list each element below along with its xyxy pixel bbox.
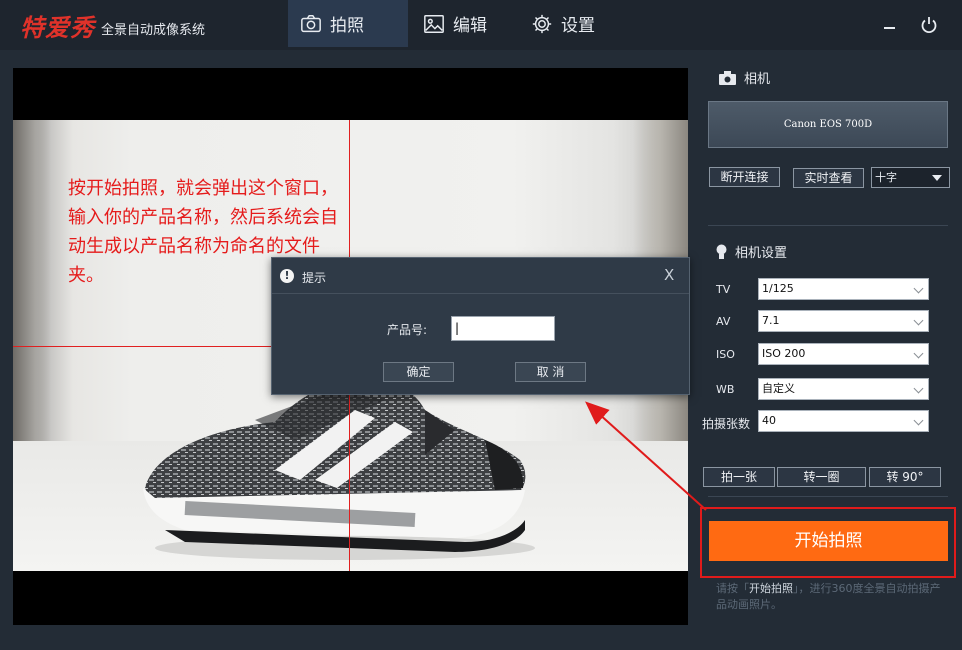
live-view-button[interactable]: 实时查看 <box>793 168 864 188</box>
camera-settings-title: 相机设置 <box>716 242 787 261</box>
chevron-down-icon <box>913 348 924 359</box>
camera-section-label: 相机 <box>744 72 771 87</box>
shot-count-label: 拍摄张数 <box>702 417 751 431</box>
tv-value: 1/125 <box>762 282 794 295</box>
dropdown-arrow-icon <box>932 175 942 181</box>
cancel-button[interactable]: 取 消 <box>515 362 586 382</box>
hint-prefix: 请按「 <box>716 582 749 595</box>
dialog-title: 提示 <box>302 271 327 285</box>
product-number-input[interactable]: | <box>451 316 555 341</box>
iso-value: ISO 200 <box>762 347 806 360</box>
av-label: AV <box>716 315 731 328</box>
tv-label: TV <box>716 283 731 296</box>
chevron-down-icon <box>913 415 924 426</box>
shot-count-select[interactable]: 40 <box>758 410 929 432</box>
tab-edit[interactable]: 编辑 <box>423 0 523 47</box>
power-icon[interactable] <box>918 14 940 36</box>
tab-settings-label: 设置 <box>561 16 595 36</box>
shot-count-value: 40 <box>762 414 776 427</box>
tab-shoot[interactable]: 拍照 <box>288 0 408 47</box>
wb-label: WB <box>716 383 735 396</box>
app-subtitle: 全景自动成像系统 <box>101 23 206 38</box>
camera-model-display: Canon EOS 700D <box>708 101 948 148</box>
app-window: 特爱秀 全景自动成像系统 拍照 编辑 设置 按开始拍照，就会弹出这个窗口，输入你… <box>0 0 962 650</box>
wb-value: 自定义 <box>762 382 795 395</box>
minimize-icon[interactable] <box>880 14 902 36</box>
app-logo: 特爱秀 <box>20 13 95 42</box>
av-select[interactable]: 7.1 <box>758 310 929 332</box>
iso-select[interactable]: ISO 200 <box>758 343 929 365</box>
shoot-one-button[interactable]: 拍一张 <box>703 467 775 487</box>
lightbulb-icon <box>716 244 727 259</box>
camera-section-title: 相机 <box>719 68 770 87</box>
camera-settings-label: 相机设置 <box>735 246 788 261</box>
overlay-select-value: 十字 <box>875 171 897 184</box>
chevron-down-icon <box>913 315 924 326</box>
product-number-label: 产品号: <box>387 323 428 337</box>
rotate-90-button[interactable]: 转 90° <box>869 467 941 487</box>
wb-select[interactable]: 自定义 <box>758 378 929 400</box>
hint-text: 请按「开始拍照」，进行360度全景自动拍摄产品动画照片。 <box>716 581 948 613</box>
divider <box>708 496 948 497</box>
camera-icon <box>301 14 321 32</box>
camera-icon <box>719 70 736 85</box>
start-shooting-button[interactable]: 开始拍照 <box>709 521 948 561</box>
rotate-circle-button[interactable]: 转一圈 <box>777 467 866 487</box>
ok-button[interactable]: 确定 <box>383 362 454 382</box>
tab-edit-label: 编辑 <box>453 16 487 36</box>
gear-icon <box>532 14 552 33</box>
dialog-header: ! 提示 X <box>272 258 689 294</box>
dialog-close-button[interactable]: X <box>664 266 674 284</box>
image-icon <box>424 14 444 33</box>
disconnect-button[interactable]: 断开连接 <box>709 167 780 187</box>
hint-emphasis: 开始拍照 <box>749 582 793 595</box>
av-value: 7.1 <box>762 314 780 327</box>
tab-shoot-label: 拍照 <box>330 16 364 36</box>
tv-select[interactable]: 1/125 <box>758 278 929 300</box>
iso-label: ISO <box>716 348 735 361</box>
overlay-select[interactable]: 十字 <box>871 167 950 188</box>
product-name-dialog: ! 提示 X 产品号: | 确定 取 消 <box>271 257 690 395</box>
chevron-down-icon <box>913 383 924 394</box>
chevron-down-icon <box>913 283 924 294</box>
info-icon: ! <box>280 269 294 283</box>
divider <box>708 225 948 226</box>
top-bar: 特爱秀 全景自动成像系统 拍照 编辑 设置 <box>0 0 962 50</box>
tab-settings[interactable]: 设置 <box>531 0 631 47</box>
sneaker-image <box>143 376 535 560</box>
